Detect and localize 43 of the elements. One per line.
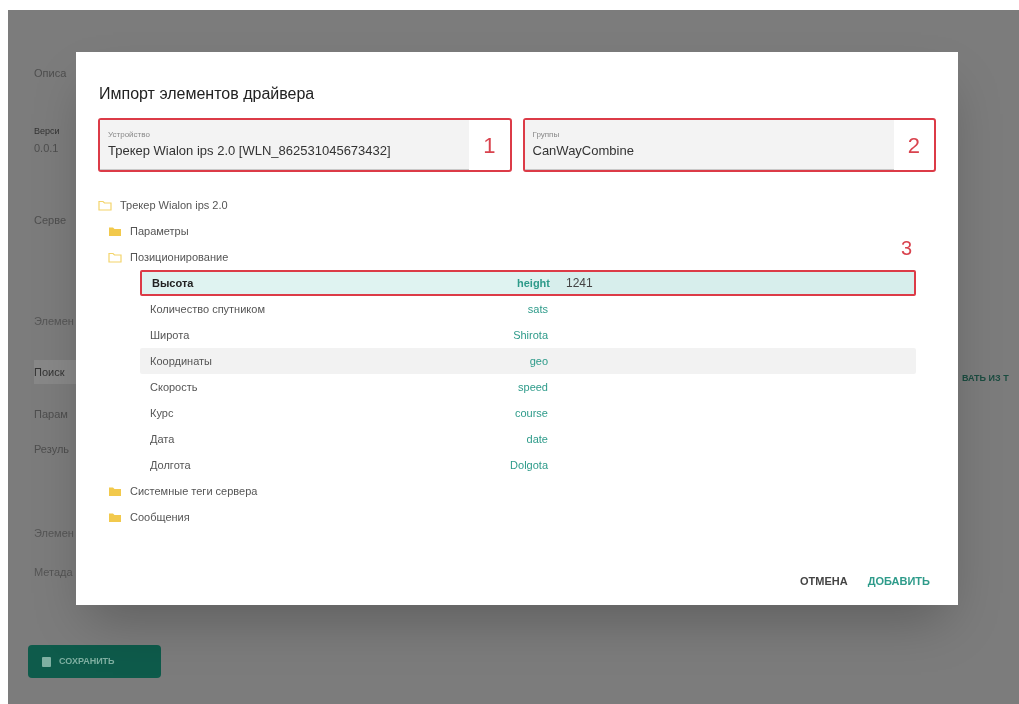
param-name: Курс (149, 405, 175, 421)
param-tag: sats (470, 300, 548, 318)
param-row[interactable]: Высота height 1241 (140, 270, 916, 296)
param-row[interactable]: Долгота Dolgota (140, 452, 916, 478)
tree-folder-label[interactable]: Системные теги сервера (130, 482, 258, 500)
search-field[interactable]: Поиск (34, 359, 78, 384)
annotation-number: 1 (482, 131, 496, 160)
tree-folder-label[interactable]: Позиционирование (130, 248, 229, 266)
param-row[interactable]: Широта Shirota (140, 322, 916, 348)
param-name: Долгота (149, 457, 192, 473)
cancel-button[interactable]: ОТМЕНА (800, 572, 848, 589)
param-tag: Dolgota (470, 456, 548, 474)
tree-folder-label[interactable]: Параметры (130, 222, 189, 240)
select-field[interactable]: Устройство Трекер Wialon ips 2.0 [WLN_862531045673432] (100, 120, 470, 170)
field-label: Устройство (108, 128, 151, 141)
param-tag: date (470, 430, 548, 448)
param-row[interactable]: Скорость speed (140, 374, 916, 400)
param-name: Скорость (149, 379, 199, 395)
param-row[interactable]: Количество спутником sats (140, 296, 916, 322)
annotation-number: 3 (900, 236, 912, 261)
param-tag: geo (470, 352, 548, 370)
param-row[interactable]: Дата date (140, 426, 916, 452)
field-value: Трекер Wialon ips 2.0 [WLN_862531045673432] (108, 141, 392, 160)
select-field[interactable]: Группы CanWayCombine (524, 120, 894, 170)
param-tag: speed (470, 378, 548, 396)
param-tag: height (472, 274, 550, 292)
param-name: Широта (149, 327, 191, 343)
param-value: 1241 (550, 272, 914, 294)
param-name: Дата (149, 431, 176, 447)
annotation-number: 2 (906, 131, 920, 160)
dialog-title: Импорт элементов драйвера (98, 84, 316, 104)
field-value: CanWayCombine (532, 141, 635, 160)
tree-folder-label[interactable]: Трекер Wialon ips 2.0 (120, 196, 228, 214)
param-tag: Shirota (470, 326, 548, 344)
field-text: Верси (34, 124, 61, 138)
field-label: Группы (532, 128, 561, 141)
tree-folder-label[interactable]: Сообщения (130, 508, 190, 526)
param-tag: course (470, 404, 548, 422)
param-name: Количество спутником (149, 301, 266, 317)
param-name: Координаты (149, 353, 213, 369)
param-name: Высота (151, 275, 195, 291)
param-row[interactable]: Координаты geo (140, 348, 916, 374)
param-row[interactable]: Курс course (140, 400, 916, 426)
